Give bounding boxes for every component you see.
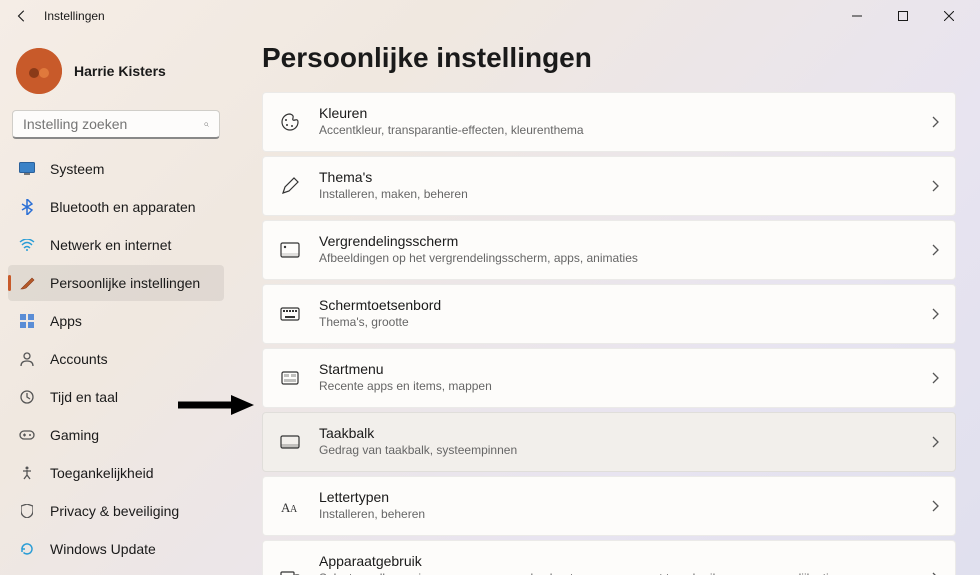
minimize-button[interactable] xyxy=(834,0,880,32)
sidebar-item-gaming[interactable]: Gaming xyxy=(8,417,224,453)
window-title: Instellingen xyxy=(44,9,105,23)
profile-block[interactable]: Harrie Kisters xyxy=(4,40,228,110)
close-button[interactable] xyxy=(926,0,972,32)
sidebar-item-label: Accounts xyxy=(50,351,108,367)
chevron-right-icon xyxy=(931,436,939,448)
display-icon xyxy=(18,160,36,178)
card-title: Startmenu xyxy=(319,361,913,377)
search-box[interactable] xyxy=(12,110,220,139)
profile-name: Harrie Kisters xyxy=(74,63,166,79)
setting-card-deviceusage[interactable]: Apparaatgebruik Selecteer alle manieren … xyxy=(262,540,956,575)
chevron-right-icon xyxy=(931,116,939,128)
card-desc: Recente apps en items, mappen xyxy=(319,378,913,394)
card-title: Kleuren xyxy=(319,105,913,121)
sidebar-item-label: Toegankelijkheid xyxy=(50,465,154,481)
accessibility-icon xyxy=(18,464,36,482)
person-icon xyxy=(18,350,36,368)
device-usage-icon xyxy=(279,567,301,575)
setting-card-taskbar[interactable]: Taakbalk Gedrag van taakbalk, systeempin… xyxy=(262,412,956,472)
sidebar-item-label: Apps xyxy=(50,313,82,329)
close-icon xyxy=(944,11,954,21)
card-title: Schermtoetsenbord xyxy=(319,297,913,313)
sidebar-item-update[interactable]: Windows Update xyxy=(8,531,224,567)
chevron-right-icon xyxy=(931,180,939,192)
sidebar-item-apps[interactable]: Apps xyxy=(8,303,224,339)
clock-icon xyxy=(18,388,36,406)
gamepad-icon xyxy=(18,426,36,444)
card-desc: Installeren, maken, beheren xyxy=(319,186,913,202)
sidebar-item-label: Tijd en taal xyxy=(50,389,118,405)
start-icon xyxy=(279,367,301,389)
card-desc: Accentkleur, transparantie-effecten, kle… xyxy=(319,122,913,138)
sidebar-item-label: Privacy & beveiliging xyxy=(50,503,179,519)
chevron-right-icon xyxy=(931,372,939,384)
settings-list: Kleuren Accentkleur, transparantie-effec… xyxy=(262,92,956,575)
card-title: Taakbalk xyxy=(319,425,913,441)
keyboard-icon xyxy=(279,303,301,325)
setting-card-fonts[interactable]: AA Lettertypen Installeren, beheren xyxy=(262,476,956,536)
card-title: Lettertypen xyxy=(319,489,913,505)
sidebar-item-label: Persoonlijke instellingen xyxy=(50,275,200,291)
card-desc: Thema's, grootte xyxy=(319,314,913,330)
sidebar-item-personalization[interactable]: Persoonlijke instellingen xyxy=(8,265,224,301)
card-desc: Selecteer alle manieren waarop u van pla… xyxy=(319,570,913,575)
chevron-right-icon xyxy=(931,500,939,512)
search-icon xyxy=(204,117,209,132)
main-content: Persoonlijke instellingen Kleuren Accent… xyxy=(232,32,980,575)
card-desc: Gedrag van taakbalk, systeempinnen xyxy=(319,442,913,458)
sidebar-item-label: Bluetooth en apparaten xyxy=(50,199,196,215)
sidebar-nav: Systeem Bluetooth en apparaten Netwerk e… xyxy=(4,151,228,567)
wifi-icon xyxy=(18,236,36,254)
pen-icon xyxy=(279,175,301,197)
sidebar-item-bluetooth[interactable]: Bluetooth en apparaten xyxy=(8,189,224,225)
arrow-left-icon xyxy=(15,9,29,23)
shield-icon xyxy=(18,502,36,520)
maximize-icon xyxy=(898,11,908,21)
lockscreen-icon xyxy=(279,239,301,261)
sidebar-item-label: Systeem xyxy=(50,161,104,177)
setting-card-start[interactable]: Startmenu Recente apps en items, mappen xyxy=(262,348,956,408)
avatar xyxy=(16,48,62,94)
sidebar-item-accessibility[interactable]: Toegankelijkheid xyxy=(8,455,224,491)
minimize-icon xyxy=(852,11,862,21)
card-desc: Afbeeldingen op het vergrendelingsscherm… xyxy=(319,250,913,266)
paintbrush-icon xyxy=(18,274,36,292)
palette-icon xyxy=(279,111,301,133)
sidebar-item-accounts[interactable]: Accounts xyxy=(8,341,224,377)
search-input[interactable] xyxy=(23,116,204,132)
bluetooth-icon xyxy=(18,198,36,216)
sidebar-item-privacy[interactable]: Privacy & beveiliging xyxy=(8,493,224,529)
sidebar-item-label: Gaming xyxy=(50,427,99,443)
setting-card-themes[interactable]: Thema's Installeren, maken, beheren xyxy=(262,156,956,216)
svg-text:A: A xyxy=(290,504,298,514)
sidebar-item-system[interactable]: Systeem xyxy=(8,151,224,187)
sidebar-item-time[interactable]: Tijd en taal xyxy=(8,379,224,415)
fonts-icon: AA xyxy=(279,495,301,517)
setting-card-colors[interactable]: Kleuren Accentkleur, transparantie-effec… xyxy=(262,92,956,152)
apps-icon xyxy=(18,312,36,330)
setting-card-touchkeyboard[interactable]: Schermtoetsenbord Thema's, grootte xyxy=(262,284,956,344)
taskbar-icon xyxy=(279,431,301,453)
back-button[interactable] xyxy=(8,2,36,30)
card-desc: Installeren, beheren xyxy=(319,506,913,522)
card-title: Vergrendelingsscherm xyxy=(319,233,913,249)
setting-card-lockscreen[interactable]: Vergrendelingsscherm Afbeeldingen op het… xyxy=(262,220,956,280)
update-icon xyxy=(18,540,36,558)
maximize-button[interactable] xyxy=(880,0,926,32)
chevron-right-icon xyxy=(931,308,939,320)
card-title: Apparaatgebruik xyxy=(319,553,913,569)
page-title: Persoonlijke instellingen xyxy=(262,42,956,74)
sidebar-item-network[interactable]: Netwerk en internet xyxy=(8,227,224,263)
sidebar-item-label: Netwerk en internet xyxy=(50,237,171,253)
chevron-right-icon xyxy=(931,244,939,256)
sidebar: Harrie Kisters Systeem Bluetooth en appa… xyxy=(0,32,232,575)
sidebar-item-label: Windows Update xyxy=(50,541,156,557)
card-title: Thema's xyxy=(319,169,913,185)
